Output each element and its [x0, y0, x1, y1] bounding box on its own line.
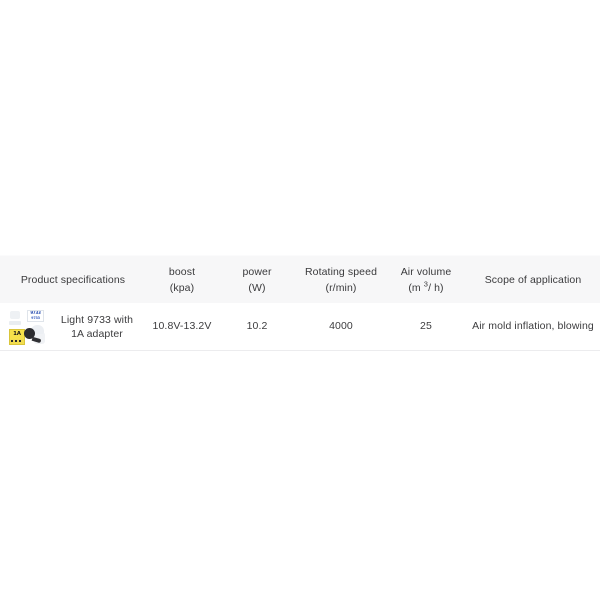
- thumb-blue-model-label: 9733 9733: [27, 309, 44, 322]
- column-header-product-specifications: Product specifications: [0, 272, 146, 288]
- thumb-yellow-label-text: 1A: [13, 331, 21, 337]
- column-header-scope-of-application: Scope of application: [466, 272, 600, 288]
- cell-power: 10.2: [218, 319, 296, 334]
- page-root: Product specifications boost (kpa) power…: [0, 0, 600, 600]
- thumb-blue-label-line1: 9733: [30, 310, 41, 315]
- column-header-unit: (W): [248, 281, 266, 294]
- thumb-yellow-plug-pins: [9, 338, 25, 345]
- cell-scope-of-application: Air mold inflation, blowing: [466, 319, 600, 334]
- table-header-row: Product specifications boost (kpa) power…: [0, 255, 600, 303]
- column-header-label: power: [242, 265, 272, 278]
- column-header-unit: (r/min): [325, 281, 357, 294]
- plug-pin: [11, 339, 13, 342]
- air-unit-prefix: (m: [408, 281, 424, 294]
- column-header-label: Scope of application: [484, 273, 582, 286]
- cell-value: 25: [420, 320, 432, 332]
- product-name: Light 9733 with 1A adapter: [60, 313, 134, 340]
- column-header-boost: boost (kpa): [146, 264, 218, 296]
- air-unit-suffix: / h): [428, 281, 444, 294]
- cell-boost: 10.8V-13.2V: [146, 319, 218, 334]
- product-specification-table: Product specifications boost (kpa) power…: [0, 255, 600, 351]
- cell-value: 4000: [329, 320, 353, 332]
- column-header-rotating-speed: Rotating speed (r/min): [296, 264, 386, 296]
- cell-rotating-speed: 4000: [296, 319, 386, 334]
- column-header-unit: (kpa): [169, 281, 195, 294]
- thumb-shape-a: [10, 310, 20, 319]
- product-thumbnail-icon: 9733 9733 1A: [8, 307, 46, 346]
- column-header-label: boost: [168, 265, 196, 278]
- column-header-power: power (W): [218, 264, 296, 296]
- cell-air-volume: 25: [386, 319, 466, 334]
- column-header-air-volume: Air volume (m 3/ h): [386, 264, 466, 296]
- column-header-label: Rotating speed: [304, 265, 378, 278]
- cell-product-specifications: 9733 9733 1A Light 9733 with 1A adapter: [0, 307, 146, 346]
- thumb-blue-label-line2: 9733: [31, 316, 40, 320]
- table-row: 9733 9733 1A Light 9733 with 1A adapter: [0, 303, 600, 351]
- plug-pin: [15, 339, 17, 342]
- cell-value: 10.2: [246, 320, 268, 332]
- cell-value: 10.8V-13.2V: [152, 320, 212, 332]
- column-header-unit: (m 3/ h): [408, 280, 443, 296]
- plug-pin: [19, 339, 21, 342]
- column-header-label: Air volume: [400, 265, 452, 278]
- thumb-shape-b: [9, 320, 21, 325]
- column-header-label: Product specifications: [20, 273, 126, 286]
- cell-value: Air mold inflation, blowing: [472, 320, 594, 332]
